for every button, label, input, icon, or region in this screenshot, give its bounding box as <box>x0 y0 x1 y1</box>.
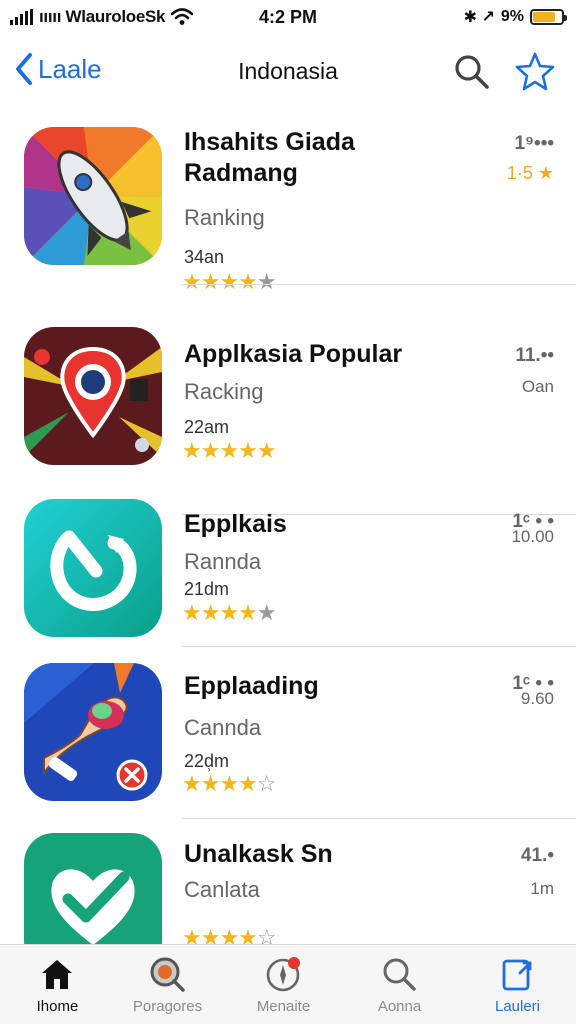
app-subtitle: Cannda <box>184 715 262 740</box>
app-subtitle: Ranking <box>184 205 265 230</box>
hand-app-icon <box>24 663 162 801</box>
home-icon <box>42 960 72 989</box>
app-name-line-1: Ihsahits Giada <box>184 128 355 156</box>
map-pin-app-icon <box>24 327 162 465</box>
app-row-3[interactable]: Epplkais Rannda 21dm ★★★★★ 1ᶜ • • 10.00 <box>0 485 576 655</box>
star-rating: ★★★★★ <box>182 269 277 294</box>
tab-label: Ihome <box>36 998 79 1015</box>
app-subtitle: Rannda <box>184 549 262 574</box>
back-button[interactable]: Laale <box>14 52 102 86</box>
row-divider <box>182 284 576 285</box>
battery-percent: 9% <box>500 8 524 25</box>
app-name: Applkasia Popular <box>184 340 403 368</box>
tab-updates[interactable]: Lauleri <box>460 945 575 1024</box>
app-side-top: 41.• <box>520 845 554 866</box>
app-row-4[interactable]: Epplaading Cannda 22d̹m ★★★★☆ 1ᶜ • • 9.6… <box>0 647 576 819</box>
app-meta: 21dm <box>184 579 230 599</box>
tab-notifications[interactable]: Menaite <box>226 945 341 1024</box>
app-name: Unalkask Sn <box>184 840 333 868</box>
app-side-bottom: Oan <box>521 377 554 396</box>
star-rating: ★★★★★ <box>182 600 277 625</box>
search-icon[interactable] <box>452 52 492 92</box>
app-side-rating: 1·5 ★ <box>506 163 554 183</box>
app-side-top: 1⁹••• <box>514 133 554 154</box>
tab-search[interactable]: Aonna <box>342 945 457 1024</box>
tab-label: Lauleri <box>494 998 541 1015</box>
app-side-bottom: 9.60 <box>520 689 554 708</box>
chevron-left-icon <box>16 53 32 85</box>
app-name: Epplkais <box>184 510 287 538</box>
star-rating: ★★★★☆ <box>182 771 277 796</box>
app-subtitle: Racking <box>184 379 264 404</box>
back-button-label: Laale <box>38 53 102 84</box>
app-meta: 22d̹m <box>184 751 230 771</box>
status-bar-right: ✱ ↗ 9% <box>463 7 567 27</box>
swirl-app-icon <box>24 499 162 637</box>
tab-label: Poragores <box>132 998 203 1015</box>
tab-categories[interactable]: Poragores <box>110 945 225 1024</box>
tab-label: Menaite <box>256 998 311 1015</box>
rocket-app-icon <box>24 127 162 265</box>
star-rating: ★★★★★ <box>182 438 277 463</box>
app-meta: 34an <box>184 247 225 267</box>
app-row-2[interactable]: Applkasia Popular Racking 22am ★★★★★ 11.… <box>0 315 576 515</box>
battery-icon <box>530 9 567 25</box>
app-side-bottom: 10.00 <box>511 527 554 546</box>
bluetooth-location-icon: ✱ ↗ <box>463 9 495 26</box>
categories-search-icon <box>150 957 185 992</box>
status-bar: ııııı WlauroloeSk 4:2 PM ✱ ↗ 9% <box>0 0 576 36</box>
favorite-star-icon[interactable] <box>514 50 556 92</box>
app-name-line-2: Radmang <box>184 159 298 187</box>
app-side-top: 11.•• <box>515 345 554 366</box>
search-icon <box>383 958 416 991</box>
updates-icon <box>502 959 532 991</box>
app-row-1[interactable]: Ihsahits Giada Radmang Ranking 34an ★★★★… <box>0 115 576 293</box>
app-side-bottom: 1m <box>530 879 554 898</box>
navigation-bar: Laale Indonasia <box>0 40 576 104</box>
tab-home[interactable]: Ihome <box>0 945 115 1024</box>
tab-bar: Ihome Poragores Menaite Aonna Lauleri <box>0 944 576 1024</box>
app-subtitle: Canlata <box>184 877 260 902</box>
app-name: Ihsahits Giada Radmang <box>184 127 484 189</box>
app-meta: 22am <box>184 417 230 437</box>
tab-label: Aonna <box>377 998 422 1015</box>
notification-compass-icon <box>266 957 300 992</box>
app-name: Epplaading <box>184 672 319 700</box>
